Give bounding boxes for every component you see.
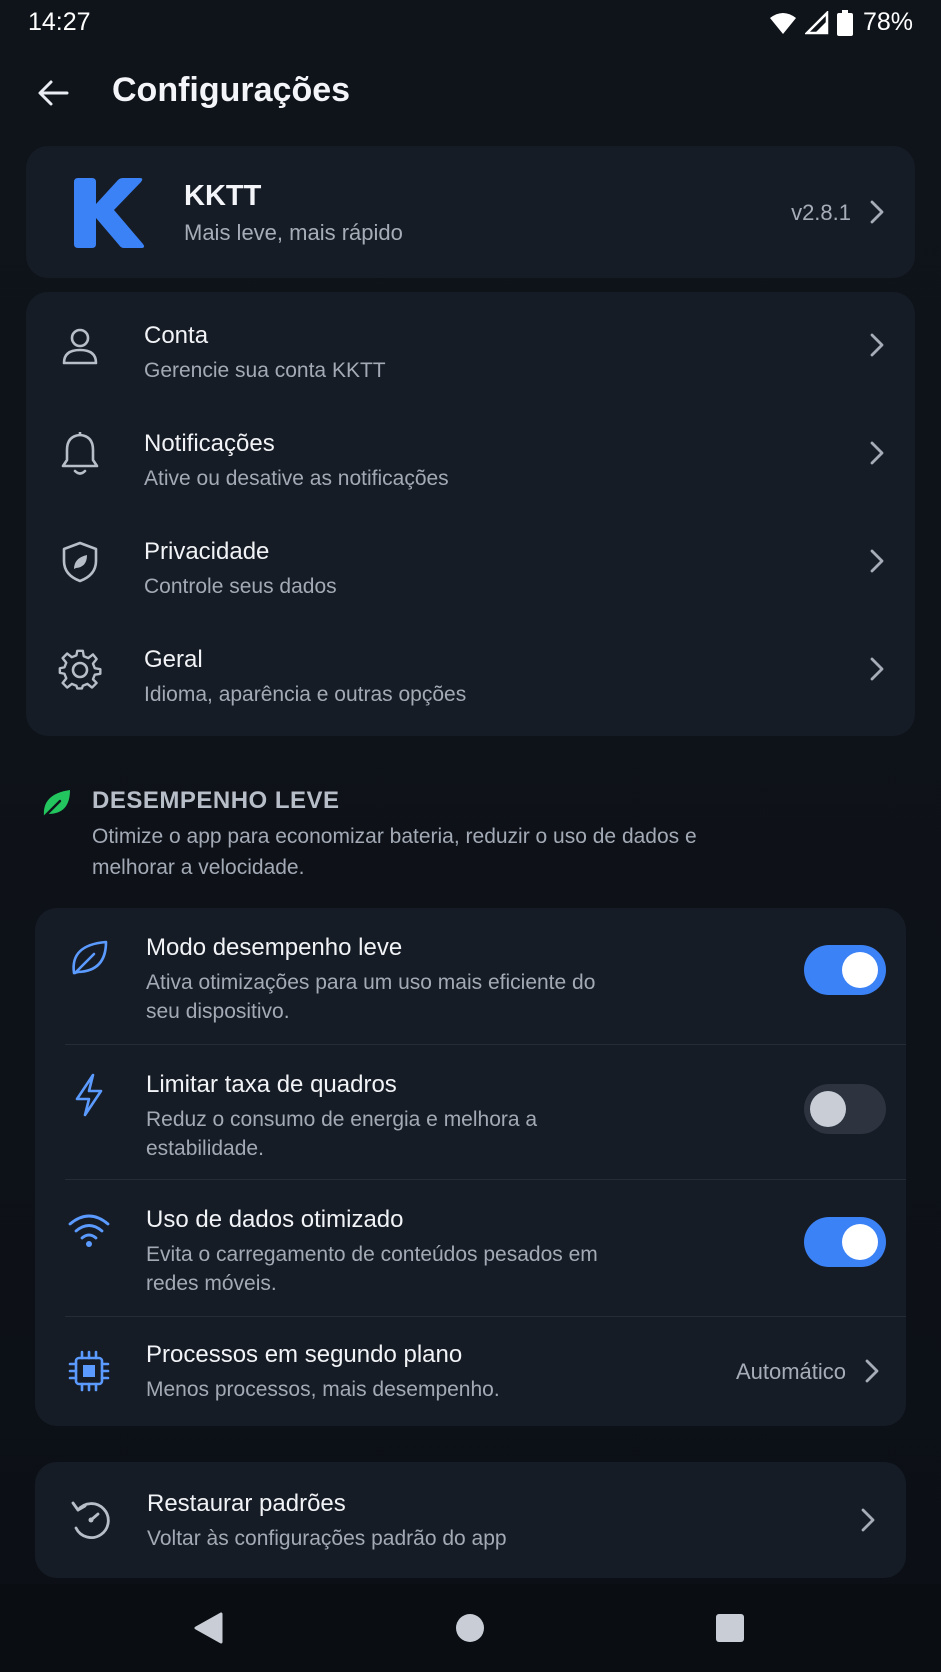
light-mode-toggle[interactable] bbox=[804, 945, 886, 995]
leaf-icon bbox=[43, 790, 70, 818]
battery-icon bbox=[836, 9, 853, 36]
data-usage-toggle[interactable] bbox=[804, 1217, 886, 1267]
app-name: KKTT bbox=[184, 180, 262, 212]
settings-screen: 14:27 78% Configurações KKTT Mais leve, … bbox=[0, 0, 941, 1672]
nav-back-button[interactable] bbox=[184, 1604, 232, 1652]
restore-title: Restaurar padrões bbox=[147, 1490, 346, 1517]
perf-item-subtitle: Ativa otimizações para um uso mais efici… bbox=[146, 971, 596, 1023]
settings-item-title: Conta bbox=[144, 322, 209, 349]
background-processes-value: Automático bbox=[735, 1359, 846, 1384]
toggle-knob bbox=[842, 1224, 878, 1260]
perf-item-subtitle: Menos processos, mais desempenho. bbox=[146, 1378, 500, 1401]
app-version: v2.8.1 bbox=[791, 200, 851, 225]
back-button[interactable] bbox=[30, 70, 76, 116]
settings-item-general[interactable]: Geral Idioma, aparência e outras opções bbox=[26, 616, 915, 724]
perf-item-subtitle: Reduz o consumo de energia e melhora a e… bbox=[146, 1108, 538, 1160]
chevron-right-icon bbox=[865, 1359, 879, 1383]
chevron-right-icon bbox=[870, 333, 884, 357]
leaf-outline-icon bbox=[65, 934, 113, 982]
perf-item-data-usage: Uso de dados otimizado Evita o carregame… bbox=[35, 1180, 906, 1316]
wifi-icon bbox=[65, 1206, 113, 1254]
square-recents-icon bbox=[716, 1614, 744, 1642]
perf-item-title: Uso de dados otimizado bbox=[146, 1206, 404, 1233]
user-icon bbox=[56, 322, 104, 370]
perf-item-background-processes[interactable]: Processos em segundo plano Menos process… bbox=[35, 1317, 906, 1426]
perf-item-frame-rate: Limitar taxa de quadros Reduz o consumo … bbox=[35, 1045, 906, 1179]
settings-item-subtitle: Ative ou desative as notificações bbox=[144, 467, 449, 490]
app-tagline: Mais leve, mais rápido bbox=[184, 220, 403, 245]
perf-item-title: Limitar taxa de quadros bbox=[146, 1071, 397, 1098]
app-bar: Configurações bbox=[0, 48, 941, 138]
settings-item-account[interactable]: Conta Gerencie sua conta KKTT bbox=[26, 292, 915, 400]
performance-card: Modo desempenho leve Ativa otimizações p… bbox=[35, 908, 906, 1426]
perf-item-light-mode: Modo desempenho leve Ativa otimizações p… bbox=[35, 908, 906, 1044]
wifi-status-icon bbox=[769, 12, 796, 34]
app-info-card[interactable]: KKTT Mais leve, mais rápido v2.8.1 bbox=[26, 146, 915, 278]
system-nav-bar bbox=[0, 1584, 941, 1672]
settings-item-subtitle: Controle seus dados bbox=[144, 575, 337, 598]
triangle-back-icon bbox=[194, 1612, 223, 1644]
nav-home-button[interactable] bbox=[446, 1604, 494, 1652]
frame-rate-toggle[interactable] bbox=[804, 1084, 886, 1134]
battery-percentage: 78% bbox=[862, 8, 913, 36]
chevron-right-icon bbox=[870, 549, 884, 573]
status-bar: 14:27 78% bbox=[0, 0, 941, 48]
settings-item-privacy[interactable]: Privacidade Controle seus dados bbox=[26, 508, 915, 616]
settings-item-subtitle: Idioma, aparência e outras opções bbox=[144, 683, 467, 706]
restore-defaults-card[interactable]: Restaurar padrões Voltar às configuraçõe… bbox=[35, 1462, 906, 1578]
perf-item-title: Modo desempenho leve bbox=[146, 934, 403, 961]
restore-subtitle: Voltar às configurações padrão do app bbox=[147, 1527, 507, 1550]
section-description: Otimize o app para economizar bateria, r… bbox=[92, 825, 697, 879]
app-logo bbox=[74, 178, 145, 248]
page-title: Configurações bbox=[112, 71, 351, 109]
settings-list: Conta Gerencie sua conta KKTT Notificaçõ… bbox=[26, 292, 915, 736]
settings-item-title: Privacidade bbox=[144, 538, 270, 565]
perf-item-subtitle: Evita o carregamento de conteúdos pesado… bbox=[146, 1243, 598, 1295]
cellular-signal-icon bbox=[804, 10, 829, 34]
chevron-right-icon bbox=[861, 1508, 875, 1532]
circle-home-icon bbox=[456, 1614, 484, 1642]
status-icons: 78% bbox=[769, 8, 913, 37]
toggle-knob bbox=[810, 1091, 846, 1127]
chevron-right-icon bbox=[870, 200, 884, 224]
perf-item-title: Processos em segundo plano bbox=[146, 1341, 463, 1368]
section-title: DESEMPENHO LEVE bbox=[92, 787, 340, 814]
gear-icon bbox=[56, 646, 104, 694]
settings-item-notifications[interactable]: Notificações Ative ou desative as notifi… bbox=[26, 400, 915, 508]
bell-icon bbox=[56, 430, 104, 478]
nav-recents-button[interactable] bbox=[706, 1604, 754, 1652]
settings-item-title: Geral bbox=[144, 646, 203, 673]
restore-icon bbox=[67, 1496, 115, 1544]
arrow-back-icon bbox=[38, 80, 69, 106]
chevron-right-icon bbox=[870, 657, 884, 681]
settings-item-subtitle: Gerencie sua conta KKTT bbox=[144, 359, 386, 382]
lightning-icon bbox=[65, 1071, 113, 1119]
toggle-knob bbox=[842, 952, 878, 988]
chip-icon bbox=[65, 1347, 113, 1395]
status-time: 14:27 bbox=[28, 8, 91, 36]
shield-icon bbox=[56, 538, 104, 586]
settings-item-title: Notificações bbox=[144, 430, 275, 457]
chevron-right-icon bbox=[870, 441, 884, 465]
